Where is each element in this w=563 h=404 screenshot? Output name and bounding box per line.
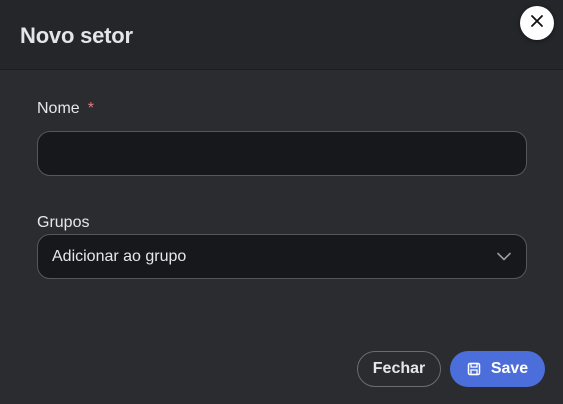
required-mark: * [87, 100, 94, 117]
fechar-button[interactable]: Fechar [357, 351, 441, 387]
dialog-title: Novo setor [20, 23, 133, 48]
save-icon [467, 362, 481, 376]
new-sector-dialog: Novo setor Nome * Grupos Adicionar ao gru… [0, 0, 563, 404]
fechar-button-label: Fechar [372, 360, 426, 377]
save-button-label: Save [490, 360, 529, 377]
close-dialog-button[interactable] [520, 6, 554, 40]
chevron-down-icon [496, 249, 512, 265]
name-field-label: Nome * [37, 100, 94, 118]
dialog-header: Novo setor [0, 0, 563, 70]
name-input[interactable] [37, 131, 527, 176]
groups-field-label: Grupos [37, 214, 90, 231]
groups-select[interactable]: Adicionar ao grupo [37, 234, 527, 279]
dialog-body: Nome * Grupos Adicionar ao grupo [0, 70, 563, 340]
groups-select-value: Adicionar ao grupo [52, 247, 187, 265]
close-icon [530, 14, 544, 33]
name-label-text: Nome [37, 100, 80, 117]
dialog-footer: Fechar Save [0, 340, 563, 404]
save-button[interactable]: Save [450, 351, 545, 387]
